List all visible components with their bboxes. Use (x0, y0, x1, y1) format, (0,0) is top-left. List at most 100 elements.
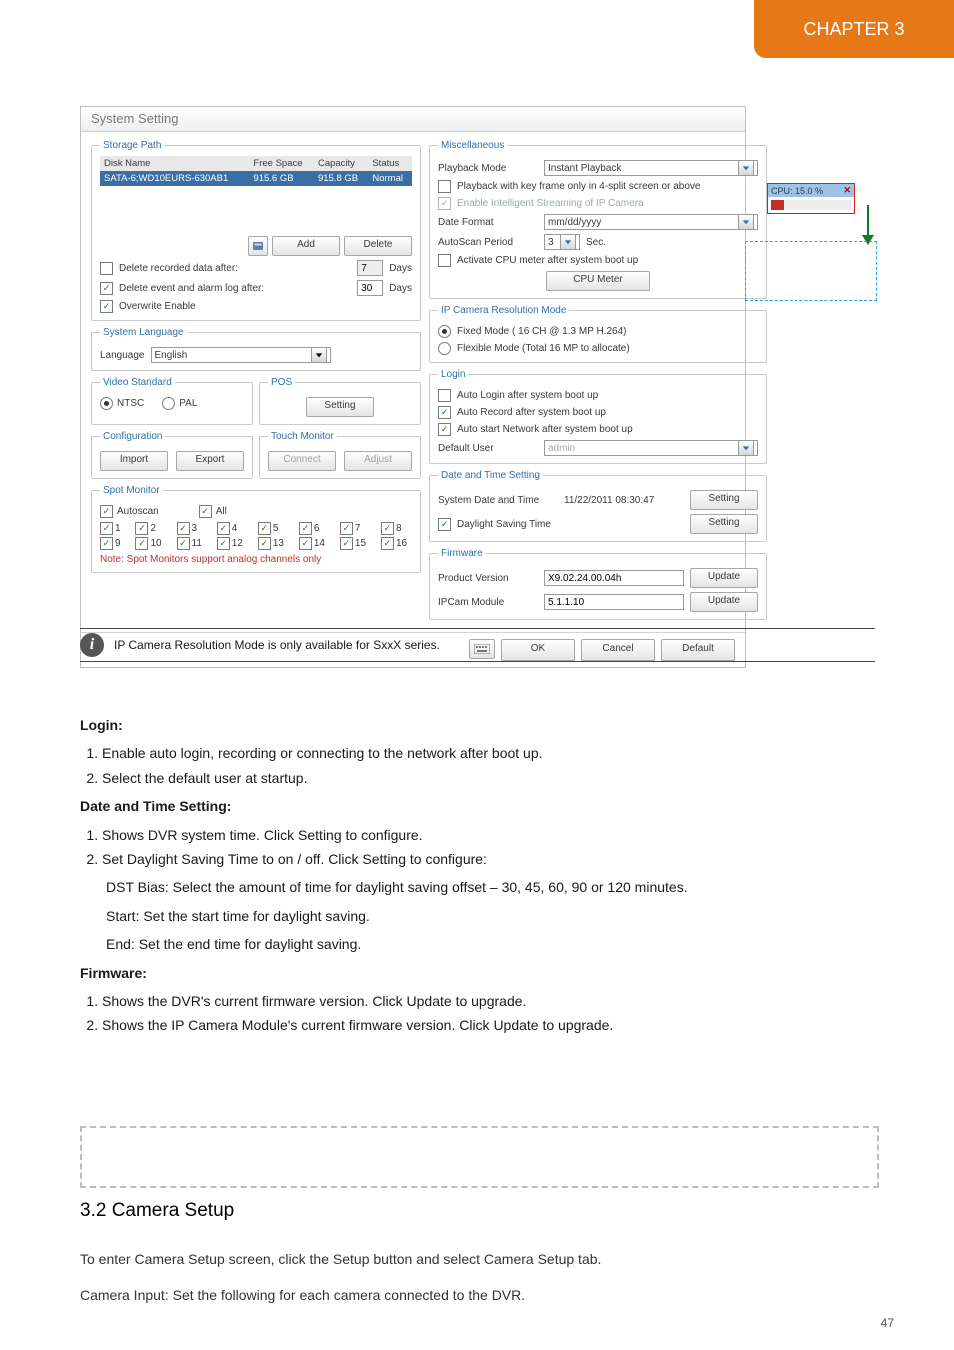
miscellaneous-legend: Miscellaneous (438, 140, 507, 151)
date-list: Shows DVR system time. Click Setting to … (80, 824, 875, 871)
chevron-down-icon (738, 160, 754, 176)
add-button[interactable]: Add (272, 236, 340, 256)
cpu-boot-checkbox[interactable] (438, 254, 451, 267)
export-button[interactable]: Export (176, 451, 244, 471)
firmware-heading: Firmware: (80, 965, 147, 981)
date-heading: Date and Time Setting: (80, 798, 231, 814)
delete-recorded-days[interactable] (357, 260, 383, 276)
channel-grid: 12345678910111213141516 (100, 522, 412, 550)
playback-mode-select[interactable]: Instant Playback (544, 160, 758, 176)
hdd-icon[interactable] (248, 236, 268, 256)
auto-network-label: Auto start Network after system boot up (457, 424, 633, 435)
miscellaneous-group: Miscellaneous Playback Mode Instant Play… (429, 140, 767, 299)
channel-num: 11 (192, 538, 202, 549)
date-format-value: mm/dd/yyyy (548, 217, 601, 228)
channel-checkbox[interactable] (177, 522, 190, 535)
chapter-tab: CHAPTER 3 (754, 0, 954, 58)
date-format-select[interactable]: mm/dd/yyyy (544, 214, 758, 230)
channel-checkbox[interactable] (217, 522, 230, 535)
dst-setting-button[interactable]: Setting (690, 514, 758, 534)
touch-monitor-legend: Touch Monitor (268, 431, 337, 442)
cpu-meter-bar (771, 200, 851, 210)
firmware-legend: Firmware (438, 548, 486, 559)
flexible-mode-radio[interactable] (438, 342, 451, 355)
cpu-meter-button[interactable]: CPU Meter (546, 271, 650, 291)
auto-record-checkbox[interactable] (438, 406, 451, 419)
language-group: System Language Language English (91, 327, 421, 371)
import-button[interactable]: Import (100, 451, 168, 471)
product-version-label: Product Version (438, 573, 538, 584)
channel-checkbox[interactable] (135, 522, 148, 535)
auto-network-checkbox[interactable] (438, 423, 451, 436)
delete-event-checkbox[interactable] (100, 282, 113, 295)
cpu-boot-label: Activate CPU meter after system boot up (457, 255, 638, 266)
channel-checkbox[interactable] (340, 522, 353, 535)
overwrite-checkbox[interactable] (100, 300, 113, 313)
fixed-mode-label: Fixed Mode ( 16 CH @ 1.3 MP H.264) (457, 326, 626, 337)
close-icon[interactable]: ✕ (843, 185, 851, 196)
adjust-button[interactable]: Adjust (344, 451, 412, 471)
channel-checkbox[interactable] (340, 537, 353, 550)
dst-checkbox[interactable] (438, 518, 451, 531)
camera-input-heading: Camera Input: (80, 1287, 169, 1303)
playback-mode-value: Instant Playback (548, 163, 621, 174)
channel-checkbox[interactable] (177, 537, 190, 550)
autoscan-period-select[interactable]: 3 (544, 234, 580, 250)
update-ipcam-button[interactable]: Update (690, 592, 758, 612)
channel-checkbox[interactable] (100, 537, 113, 550)
channel-checkbox[interactable] (258, 537, 271, 550)
pos-group: POS Setting (259, 377, 421, 425)
channel-checkbox[interactable] (100, 522, 113, 535)
connect-button[interactable]: Connect (268, 451, 336, 471)
pal-radio[interactable] (162, 397, 175, 410)
col-free-space: Free Space (249, 156, 314, 171)
autoscan-label: Autoscan (117, 506, 159, 517)
disk-table: Disk Name Free Space Capacity Status SAT… (100, 156, 412, 186)
channel-checkbox[interactable] (381, 522, 394, 535)
date-setting-button[interactable]: Setting (690, 490, 758, 510)
overwrite-label: Overwrite Enable (119, 301, 196, 312)
auto-record-label: Auto Record after system boot up (457, 407, 606, 418)
channel-num: 3 (192, 523, 198, 534)
channel-checkbox[interactable] (217, 537, 230, 550)
login-list: Enable auto login, recording or connecti… (80, 742, 875, 789)
playback-mode-label: Playback Mode (438, 163, 538, 174)
firmware-group: Firmware Product Version Update IPCam Mo… (429, 548, 767, 620)
col-disk-name: Disk Name (100, 156, 249, 171)
table-row[interactable]: SATA-6;WD10EURS-630AB1 915.6 GB 915.8 GB… (100, 171, 412, 186)
sec-label: Sec. (586, 237, 606, 248)
channel-checkbox[interactable] (135, 537, 148, 550)
all-checkbox[interactable] (199, 505, 212, 518)
cell-disk: SATA-6;WD10EURS-630AB1 (100, 171, 249, 186)
channel-checkbox[interactable] (299, 537, 312, 550)
autoscan-checkbox[interactable] (100, 505, 113, 518)
default-user-select[interactable]: admin (544, 440, 758, 456)
configuration-legend: Configuration (100, 431, 165, 442)
list-item: Start: Set the start time for daylight s… (80, 905, 875, 927)
auto-login-label: Auto Login after system boot up (457, 390, 598, 401)
spot-note: Note: Spot Monitors support analog chann… (100, 554, 412, 565)
intelligent-stream-checkbox[interactable] (438, 197, 451, 210)
channel-checkbox[interactable] (258, 522, 271, 535)
channel-checkbox[interactable] (299, 522, 312, 535)
language-label: Language (100, 350, 145, 361)
delete-event-days[interactable] (357, 280, 383, 296)
channel-checkbox[interactable] (381, 537, 394, 550)
pos-setting-button[interactable]: Setting (306, 397, 374, 417)
channel-num: 5 (273, 523, 279, 534)
video-standard-group: Video Standard NTSC PAL (91, 377, 253, 425)
auto-login-checkbox[interactable] (438, 389, 451, 402)
list-item: Enable auto login, recording or connecti… (102, 742, 875, 764)
delete-recorded-checkbox[interactable] (100, 262, 113, 275)
camera-input-text: Set the following for each camera connec… (173, 1287, 526, 1303)
ntsc-radio[interactable] (100, 397, 113, 410)
product-version-field (544, 570, 684, 586)
delete-button[interactable]: Delete (344, 236, 412, 256)
language-select[interactable]: English (151, 347, 331, 363)
update-firmware-button[interactable]: Update (690, 568, 758, 588)
date-sublist: DST Bias: Select the amount of time for … (80, 876, 875, 955)
keyframe-checkbox[interactable] (438, 180, 451, 193)
pal-label: PAL (179, 398, 197, 409)
default-user-value: admin (548, 443, 575, 454)
fixed-mode-radio[interactable] (438, 325, 451, 338)
